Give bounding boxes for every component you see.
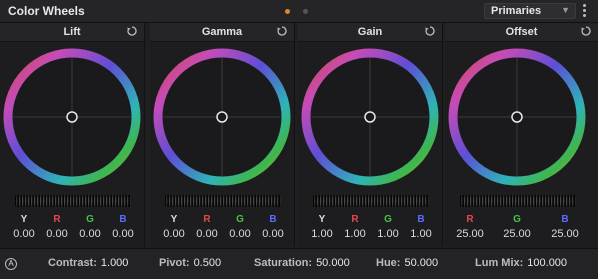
channel-value[interactable]: 25.00 — [497, 228, 537, 240]
master-wheel-slider[interactable] — [313, 195, 429, 207]
channel-label: Y — [20, 214, 28, 225]
wheel-handle[interactable] — [364, 111, 376, 123]
channel-label: G — [236, 214, 244, 225]
wheel-values: Y 1.00 R 1.00 G 1.00 B 1.00 — [298, 214, 442, 246]
channel-value[interactable]: 0.00 — [258, 228, 288, 240]
channel-value[interactable]: 25.00 — [450, 228, 490, 240]
adjustment-bar: A Contrast: 1.000 Pivot: 0.500 Saturation:… — [0, 248, 598, 279]
chevron-down-icon: ▼ — [561, 5, 570, 15]
channel-value[interactable]: 0.00 — [42, 228, 72, 240]
wheel-offset: Offset R 25.00 G 25.00 B 25.00 — [445, 23, 598, 247]
wheel-handle[interactable] — [216, 111, 228, 123]
master-wheel-slider[interactable] — [15, 195, 131, 207]
saturation-control[interactable]: Saturation: 50.000 — [254, 257, 350, 269]
color-wheel[interactable] — [150, 45, 295, 190]
master-wheel-slider[interactable] — [165, 195, 281, 207]
lum-mix-control[interactable]: Lum Mix: 100.000 — [475, 257, 567, 269]
wheel-values: Y 0.00 R 0.00 G 0.00 B 0.00 — [0, 214, 144, 246]
channel-label: B — [417, 214, 425, 225]
channel-label: G — [513, 214, 521, 225]
wheel-title: Offset — [505, 26, 538, 38]
channel-value[interactable]: 0.00 — [159, 228, 189, 240]
wheel-handle[interactable] — [66, 111, 78, 123]
wheel-gamma: Gamma Y 0.00 R 0.00 G 0.00 B 0.00 — [150, 23, 295, 247]
channel-value[interactable]: 0.00 — [9, 228, 39, 240]
wheel-header: Gamma — [150, 23, 294, 42]
wheel-header: Lift — [0, 23, 144, 42]
channel-value[interactable]: 1.00 — [307, 228, 337, 240]
channel-value[interactable]: 0.00 — [225, 228, 255, 240]
channel-value[interactable]: 1.00 — [340, 228, 370, 240]
master-wheel-slider[interactable] — [460, 195, 576, 207]
channel-value[interactable]: 0.00 — [75, 228, 105, 240]
channel-label: B — [269, 214, 277, 225]
color-wheel[interactable] — [298, 45, 443, 190]
channel-label: G — [384, 214, 392, 225]
channel-label: R — [351, 214, 359, 225]
pivot-control[interactable]: Pivot: 0.500 — [159, 257, 221, 269]
wheel-values: Y 0.00 R 0.00 G 0.00 B 0.00 — [150, 214, 294, 246]
reset-icon[interactable] — [424, 25, 436, 37]
more-options-icon[interactable] — [580, 4, 588, 18]
channel-label: B — [119, 214, 127, 225]
channel-value[interactable]: 0.00 — [108, 228, 138, 240]
wheel-gain: Gain Y 1.00 R 1.00 G 1.00 B 1.00 — [298, 23, 443, 247]
wheel-values: R 25.00 G 25.00 B 25.00 — [445, 214, 598, 246]
reset-icon[interactable] — [126, 25, 138, 37]
channel-label: R — [53, 214, 61, 225]
wheel-lift: Lift Y 0.00 R 0.00 G 0.00 B 0.00 — [0, 23, 145, 247]
wheel-header: Offset — [445, 23, 598, 42]
color-wheel[interactable] — [0, 45, 145, 190]
channel-value[interactable]: 1.00 — [406, 228, 436, 240]
hue-control[interactable]: Hue: 50.000 — [376, 257, 438, 269]
color-wheels-panel: Color Wheels Primaries ▼ Lift Y 0.00 R 0.0… — [0, 0, 598, 279]
channel-value[interactable]: 0.00 — [192, 228, 222, 240]
reset-icon[interactable] — [276, 25, 288, 37]
channel-label: Y — [318, 214, 326, 225]
wheel-header: Gain — [298, 23, 442, 42]
channel-value[interactable]: 25.00 — [545, 228, 585, 240]
contrast-control[interactable]: Contrast: 1.000 — [48, 257, 128, 269]
color-wheel[interactable] — [445, 45, 590, 190]
wheel-handle[interactable] — [511, 111, 523, 123]
reset-icon[interactable] — [580, 25, 592, 37]
mode-dropdown-label: Primaries — [491, 5, 542, 17]
page-indicator-inactive[interactable] — [303, 9, 308, 14]
auto-balance-button[interactable]: A — [5, 258, 17, 270]
wheel-title: Lift — [63, 26, 81, 38]
panel-title: Color Wheels — [8, 4, 85, 18]
wheel-title: Gain — [357, 26, 383, 38]
channel-label: R — [466, 214, 474, 225]
channel-label: G — [86, 214, 94, 225]
mode-dropdown[interactable]: Primaries ▼ — [484, 3, 576, 19]
channel-label: R — [203, 214, 211, 225]
wheel-title: Gamma — [201, 26, 243, 38]
page-indicator-active[interactable] — [285, 9, 290, 14]
channel-label: B — [561, 214, 569, 225]
channel-label: Y — [170, 214, 178, 225]
panel-header: Color Wheels Primaries ▼ — [0, 0, 598, 23]
channel-value[interactable]: 1.00 — [373, 228, 403, 240]
